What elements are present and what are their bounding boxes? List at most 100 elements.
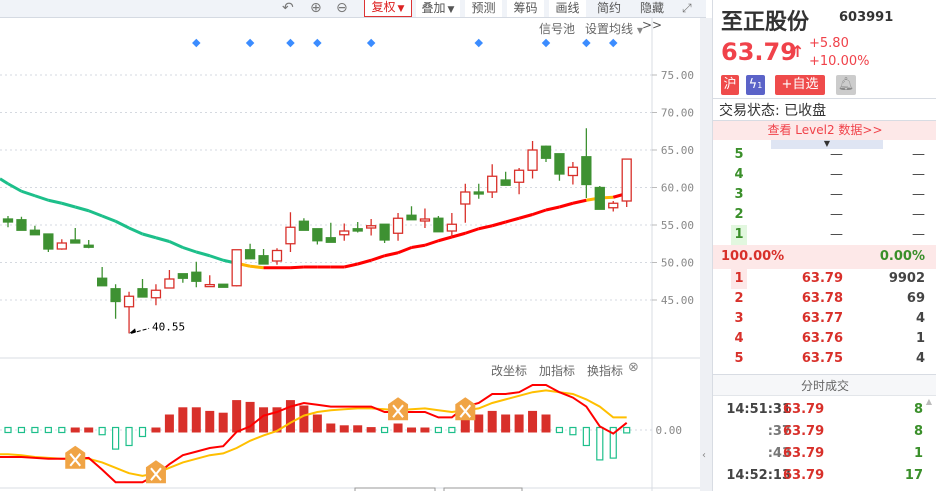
level-volume: 69 [906, 291, 925, 306]
macd-zero-label: 0.00 [656, 424, 683, 437]
fullscreen-icon[interactable]: ⤢ [682, 0, 692, 16]
chart-toolbar: ↶ ⊕ ⊖ 复权 ▼ 叠加 ▼ 预测 筹码 画线 简约 隐藏>> ⤢ [0, 0, 706, 32]
annotation-arrow-icon [129, 328, 137, 334]
zoom-in-icon[interactable]: ⊕ [310, 0, 322, 16]
sell-level-row[interactable]: 3 — — [713, 185, 936, 205]
macd-bar-positive [514, 414, 524, 433]
candle-up [204, 283, 215, 288]
signal-diamond-icon [582, 38, 591, 48]
switch-indicator-link[interactable]: 换指标 [587, 362, 623, 379]
kline-chart[interactable]: 75.00 70.00 65.00 60.00 55.00 50.00 45.00 40.55… [0, 0, 712, 491]
buy-level-row[interactable]: 1 63.79 9902 [713, 269, 936, 289]
macd-bar-positive [232, 400, 242, 433]
macd-bar-positive [407, 427, 416, 433]
diejia-dropdown[interactable]: 叠加 ▼ [416, 0, 460, 17]
y-tick-label: 45.00 [661, 294, 694, 307]
candle-up [56, 242, 67, 250]
macd-bar-positive [339, 425, 349, 433]
level-price: 63.75 [801, 351, 843, 366]
chouma-button[interactable]: 筹码 [507, 0, 544, 17]
candle-down [352, 228, 363, 232]
macd-bar-negative [4, 426, 12, 434]
ma-line-segment [437, 235, 453, 243]
level-price: — [830, 227, 843, 242]
level-price: — [830, 167, 843, 182]
trade-time: 14:52:13 [726, 468, 791, 483]
trade-price: 63.79 [783, 468, 825, 483]
ma-line-segment [0, 177, 9, 186]
ma-line-segment [88, 209, 103, 218]
change-axis-link[interactable]: 改坐标 [491, 362, 527, 379]
add-watchlist-button[interactable]: +自选 [775, 75, 825, 95]
candle-down [2, 218, 14, 223]
hide-button[interactable]: 隐藏>> [630, 0, 674, 32]
macd-bar-negative [138, 426, 147, 438]
macd-bar-negative [125, 426, 133, 447]
sell-level-row[interactable]: 2 — — [713, 205, 936, 225]
yuce-button[interactable]: 预测 [465, 0, 502, 17]
flash-count: 1 [757, 81, 763, 90]
panel-splitter[interactable]: ‹ [700, 18, 712, 491]
level-price: 63.77 [801, 311, 843, 326]
huaxian-button[interactable]: 画线 [549, 0, 586, 17]
add-indicator-link[interactable]: 加指标 [539, 362, 575, 379]
candle-up [460, 191, 471, 205]
macd-bar-negative [448, 426, 456, 434]
macd-bar-positive [299, 405, 309, 433]
candle-down [298, 220, 310, 231]
candle-down [110, 288, 121, 303]
level-volume: — [912, 147, 925, 162]
level2-link[interactable]: 查看 Level2 数据>> [713, 121, 936, 140]
set-ma-link[interactable]: 设置均线 ▼ [585, 20, 643, 37]
buy-level-row[interactable]: 3 63.77 4 [713, 309, 936, 329]
buy-level-row[interactable]: 5 63.75 4 [713, 349, 936, 369]
zoom-out-icon[interactable]: ⊖ [336, 0, 348, 16]
macd-bar-negative [44, 426, 52, 434]
ma-line-segment [128, 226, 144, 236]
collapse-arrow-icon[interactable]: ‹ [702, 450, 706, 461]
fuquan-dropdown[interactable]: 复权 ▼ [364, 0, 412, 17]
ma-line-segment [451, 231, 466, 239]
candle-down [554, 153, 565, 175]
close-indicator-icon[interactable]: ⊗ [628, 360, 639, 375]
ma-line-segment [545, 205, 560, 212]
candle-down [43, 233, 54, 250]
level-volume: — [912, 227, 925, 242]
sell-level-row[interactable]: 1 — — [713, 225, 936, 245]
sell-level-row[interactable]: 4 — — [713, 165, 936, 185]
ma-line-segment [101, 214, 117, 223]
signal-pool-link[interactable]: 信号池 [539, 20, 575, 37]
candle-down [97, 277, 108, 287]
ma-line-segment [397, 246, 413, 255]
candle-down [258, 255, 269, 265]
y-tick-label: 75.00 [661, 69, 694, 82]
candle-down [325, 237, 336, 243]
macd-bar-positive [528, 410, 538, 433]
macd-bar-positive [501, 414, 511, 433]
buy-level-row[interactable]: 2 63.78 69 [713, 289, 936, 309]
jianyue-button[interactable]: 简约 [590, 0, 628, 17]
ma-line-segment [182, 246, 197, 254]
sell-ratio: 0.00% [879, 249, 925, 264]
level-price: 63.76 [801, 331, 843, 346]
candle-down [500, 179, 511, 186]
trade-price: 63.79 [783, 446, 825, 461]
undo-icon[interactable]: ↶ [282, 0, 294, 16]
candle-down [83, 244, 94, 248]
caret-down-icon: ▼ [636, 26, 643, 35]
bell-icon[interactable]: 🔔︎ [836, 75, 856, 95]
sell-level-row[interactable]: 5 — — [713, 145, 936, 165]
candle-up [446, 223, 458, 232]
candle-down [540, 145, 552, 159]
candle-up [513, 169, 525, 183]
ma-line-segment [61, 201, 76, 209]
macd-bar-positive [420, 427, 430, 433]
macd-bar-positive [460, 419, 470, 433]
buy-level-row[interactable]: 4 63.76 1 [713, 329, 936, 349]
diejia-label: 叠加 [421, 1, 446, 15]
macd-bar-positive [164, 414, 174, 433]
level-number: 2 [734, 291, 744, 306]
flash-badge[interactable]: ϟ1 [746, 75, 765, 95]
caret-down-icon: ▼ [397, 4, 405, 14]
level-volume: 4 [915, 351, 925, 366]
